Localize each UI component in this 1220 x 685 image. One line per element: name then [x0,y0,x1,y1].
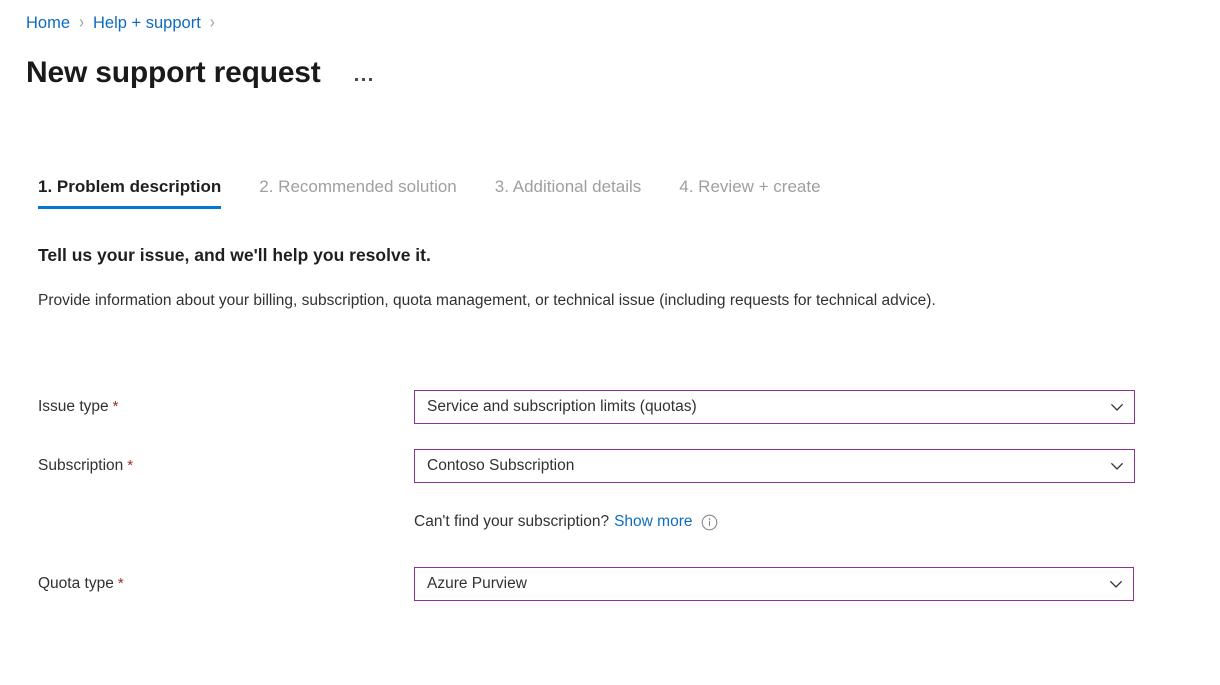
more-actions-icon[interactable] [351,74,376,85]
breadcrumb-item-home[interactable]: Home [26,13,70,33]
quota-type-value: Azure Purview [427,574,527,594]
subscription-helper: Can't find your subscription? Show more [414,511,718,533]
info-circle-icon[interactable] [701,514,718,531]
show-more-link[interactable]: Show more [614,511,692,533]
subscription-dropdown[interactable]: Contoso Subscription [414,449,1135,483]
tab-recommended-solution[interactable]: 2. Recommended solution [259,176,457,209]
field-row-subscription: Subscription* Contoso Subscription [38,449,1158,483]
chevron-down-icon [1109,458,1125,474]
dot [355,78,358,81]
breadcrumb-chevron-icon: › [210,11,215,36]
breadcrumb-chevron-icon: › [79,11,84,36]
required-asterisk: * [127,457,133,474]
section-description: Provide information about your billing, … [38,288,1113,314]
tab-problem-description[interactable]: 1. Problem description [38,176,221,209]
page-title: New support request [26,54,321,92]
dot [362,78,365,81]
required-asterisk: * [118,575,124,592]
field-row-quota-type: Quota type* Azure Purview [38,567,1158,601]
required-asterisk: * [113,398,119,415]
page-header: New support request [26,54,376,92]
wizard-tabs: 1. Problem description 2. Recommended so… [38,176,859,209]
tab-review-create[interactable]: 4. Review + create [679,176,820,209]
breadcrumb: Home › Help + support › [26,13,224,33]
issue-type-label: Issue type* [38,397,414,417]
quota-type-label-text: Quota type [38,575,114,592]
subscription-label: Subscription* [38,456,414,476]
field-row-issue-type: Issue type* Service and subscription lim… [38,390,1158,424]
dot [369,78,372,81]
quota-type-label: Quota type* [38,574,414,594]
subscription-value: Contoso Subscription [427,456,574,476]
issue-type-label-text: Issue type [38,398,109,415]
subscription-label-text: Subscription [38,457,123,474]
breadcrumb-item-help-support[interactable]: Help + support [93,13,201,33]
chevron-down-icon [1109,399,1125,415]
issue-type-value: Service and subscription limits (quotas) [427,397,697,417]
quota-type-dropdown[interactable]: Azure Purview [414,567,1134,601]
tab-additional-details[interactable]: 3. Additional details [495,176,642,209]
subscription-helper-text: Can't find your subscription? [414,511,609,533]
issue-type-dropdown[interactable]: Service and subscription limits (quotas) [414,390,1135,424]
chevron-down-icon [1108,576,1124,592]
section-heading: Tell us your issue, and we'll help you r… [38,243,431,267]
